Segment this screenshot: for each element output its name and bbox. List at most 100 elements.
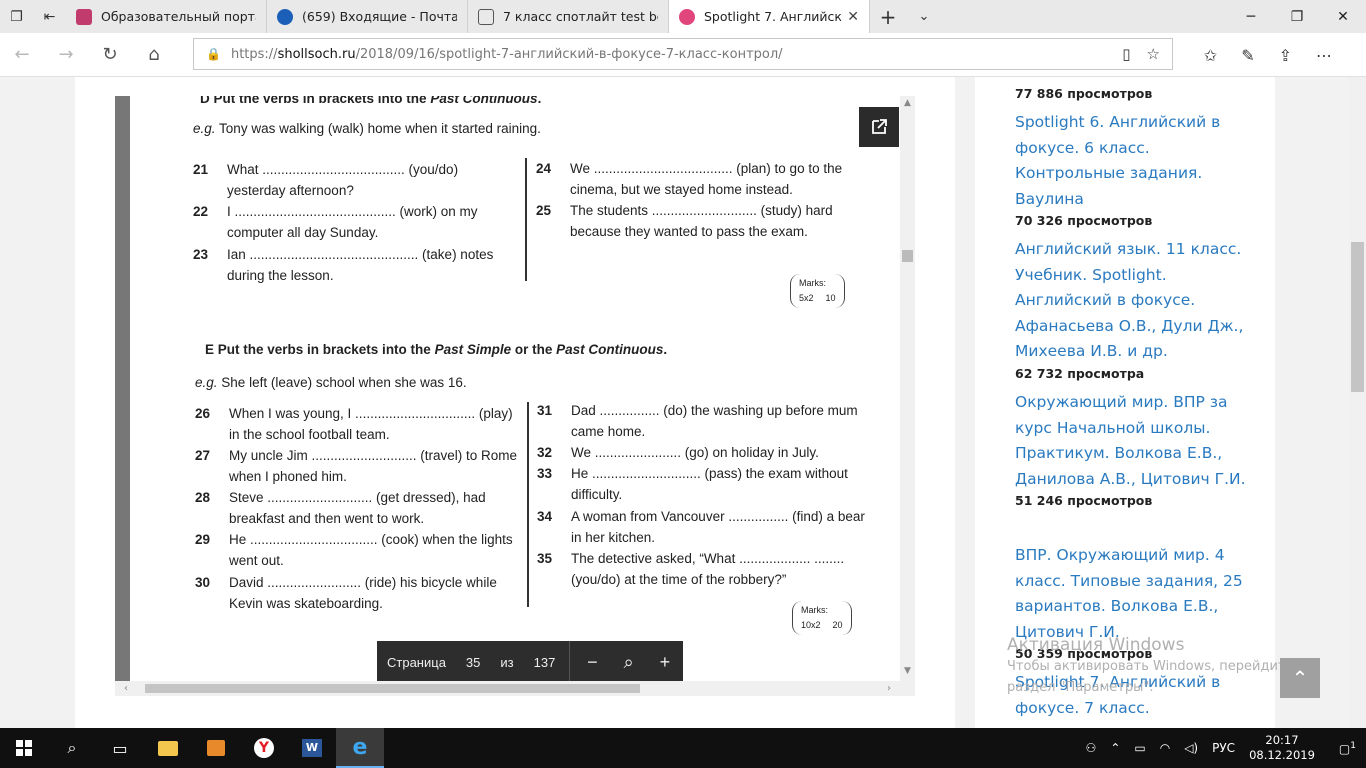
question-24: 24 We ...................................… <box>536 161 843 197</box>
section-e-marks: Marks: 10x2 20 <box>792 601 852 635</box>
page-label: Страница <box>387 654 446 670</box>
column-divider <box>527 402 529 607</box>
tab-label: 7 класс спотлайт test book <box>503 9 658 24</box>
tab-label: (659) Входящие - Почта Ма <box>302 9 457 24</box>
tab-3[interactable]: 7 класс спотлайт test book <box>468 0 669 33</box>
media-player-icon[interactable] <box>192 728 240 768</box>
home-button[interactable]: ⌂ <box>132 33 176 77</box>
favorites-bar-icon[interactable]: ✩ <box>1204 46 1217 65</box>
url-field[interactable]: 🔒 https://shollsoch.ru/2018/09/16/spotli… <box>193 38 1173 70</box>
scroll-down-arrow-icon[interactable]: ▼ <box>900 666 915 680</box>
url-host: shollsoch.ru <box>277 46 356 62</box>
pdf-page: D Put the verbs in brackets into the Pas… <box>130 96 900 683</box>
sidebar-item: Spotlight 6. Английский в фокусе. 6 клас… <box>1015 110 1255 230</box>
sidebar-views: 62 732 просмотра <box>1015 365 1145 381</box>
notifications-icon[interactable]: ▢1 <box>1329 741 1356 756</box>
favorite-star-icon[interactable]: ☆ <box>1147 45 1160 63</box>
file-explorer-icon[interactable] <box>144 728 192 768</box>
column-divider <box>525 158 527 281</box>
question-27: 27 My uncle Jim .........................… <box>195 448 518 484</box>
sidebar-views: 51 246 просмотров <box>1015 493 1153 508</box>
page-number-input[interactable]: 35 <box>456 655 490 670</box>
question-33: 33 He ............................. (pass… <box>537 466 848 502</box>
new-tab-button[interactable]: + <box>870 0 906 33</box>
question-29: 29 He .................................. … <box>195 532 513 568</box>
minimize-button[interactable]: ─ <box>1228 0 1274 33</box>
edge-browser-icon[interactable]: e <box>336 728 384 768</box>
question-30: 30 David ......................... (ride)… <box>195 575 497 611</box>
browser-tools: ✩ ✎ ⇪ ⋯ <box>1204 33 1332 77</box>
zoom-out-button[interactable]: − <box>574 652 610 673</box>
set-aside-tabs-icon[interactable]: ⇤ <box>33 0 66 33</box>
refresh-button[interactable]: ↻ <box>88 33 132 77</box>
popular-sidebar: 77 886 просмотров Spotlight 6. Английски… <box>975 77 1275 728</box>
sidebar-link[interactable]: Spotlight 6. Английский в фокусе. 6 клас… <box>1015 110 1255 212</box>
clock[interactable]: 20:17 08.12.2019 <box>1249 733 1315 763</box>
task-view-icon[interactable]: ▭ <box>96 728 144 768</box>
page-favicon-icon <box>478 8 494 25</box>
windows-activation-watermark: Активация Windows Чтобы активировать Win… <box>1007 635 1306 695</box>
tab-1[interactable]: Образовательный портал <box>66 0 267 33</box>
tab-actions-icon[interactable]: ❐ <box>0 0 33 33</box>
question-26: 26 When I was young, I ..................… <box>195 406 513 442</box>
window-controls: ─ ❐ ✕ <box>1228 0 1366 33</box>
pdf-viewer[interactable]: D Put the verbs in brackets into the Pas… <box>115 96 915 696</box>
zoom-in-button[interactable]: + <box>647 652 683 673</box>
windows-taskbar: ⌕ ▭ Y W e ⚇ ⌃ ▭ ◠ ◁) РУС 20:17 08.12.201… <box>0 728 1366 768</box>
wifi-icon[interactable]: ◠ <box>1160 741 1170 755</box>
question-32: 32 We ....................... (go) on hol… <box>537 445 819 460</box>
address-bar-row: ← → ↻ ⌂ 🔒 https://shollsoch.ru/2018/09/1… <box>0 33 1366 77</box>
page-of-label: из <box>500 654 514 670</box>
sidebar-link[interactable]: ВПР. Окружающий мир. 4 класс. Типовые за… <box>1015 543 1255 645</box>
sidebar-top-views: 77 886 просмотров <box>1015 86 1153 101</box>
site-favicon-icon <box>76 8 92 25</box>
section-d-example: e.g. Tony was walking (walk) home when i… <box>193 121 541 136</box>
share-icon[interactable]: ⇪ <box>1279 46 1292 65</box>
notes-pen-icon[interactable]: ✎ <box>1241 46 1254 65</box>
scroll-up-arrow-icon[interactable]: ▲ <box>900 98 915 112</box>
people-icon[interactable]: ⚇ <box>1086 741 1097 755</box>
close-window-button[interactable]: ✕ <box>1320 0 1366 33</box>
tab-4-active[interactable]: Spotlight 7. Английский ✕ <box>669 0 870 33</box>
pdf-scroll-thumb[interactable] <box>902 250 913 262</box>
tab-bar: ❐ ⇤ Образовательный портал (659) Входящи… <box>0 0 1366 33</box>
pdf-horizontal-scrollbar[interactable]: ‹ › <box>115 681 900 696</box>
web-content: D Put the verbs in brackets into the Pas… <box>0 77 1366 728</box>
section-e-example: e.g. She left (leave) school when she wa… <box>195 375 467 390</box>
back-button[interactable]: ← <box>0 33 44 77</box>
start-windows-icon[interactable] <box>0 728 48 768</box>
reading-view-icon[interactable]: ▯ <box>1122 45 1130 63</box>
tab-list-chevron-icon[interactable]: ⌄ <box>906 0 942 33</box>
yandex-browser-icon[interactable]: Y <box>240 728 288 768</box>
word-icon[interactable]: W <box>288 728 336 768</box>
forward-button[interactable]: → <box>44 33 88 77</box>
scroll-right-arrow-icon[interactable]: › <box>882 681 896 696</box>
volume-icon[interactable]: ◁) <box>1184 741 1198 755</box>
restore-button[interactable]: ❐ <box>1274 0 1320 33</box>
sidebar-link[interactable]: Окружающий мир. ВПР за курс Начальной шк… <box>1015 390 1255 492</box>
tab-2[interactable]: (659) Входящие - Почта Ма <box>267 0 468 33</box>
sidebar-views: 70 326 просмотров <box>1015 213 1153 228</box>
page-vertical-scrollbar[interactable] <box>1349 77 1366 728</box>
pdf-hscroll-thumb[interactable] <box>145 684 640 693</box>
question-35: 35 The detective asked, “What ...........… <box>537 551 845 587</box>
question-21: 21 What .................................… <box>193 162 459 198</box>
system-tray: ⚇ ⌃ ▭ ◠ ◁) РУС 20:17 08.12.2019 ▢1 <box>1086 733 1366 763</box>
page-scroll-thumb[interactable] <box>1351 242 1364 392</box>
tray-chevron-icon[interactable]: ⌃ <box>1110 741 1120 755</box>
sidebar-link[interactable]: Английский язык. 11 класс. Учебник. Spot… <box>1015 237 1255 365</box>
pdf-vertical-scrollbar[interactable]: ▲ ▼ <box>900 96 915 696</box>
more-menu-icon[interactable]: ⋯ <box>1316 46 1332 65</box>
section-d-marks: Marks: 5x2 10 <box>790 274 845 308</box>
question-25: 25 The students .........................… <box>536 203 833 239</box>
url-scheme: https:// <box>230 46 278 62</box>
popout-icon[interactable] <box>859 107 899 147</box>
question-23: 23 Ian ..................................… <box>193 247 494 283</box>
close-tab-icon[interactable]: ✕ <box>847 9 859 25</box>
search-icon[interactable]: ⌕ <box>48 728 96 768</box>
zoom-icon[interactable]: ⌕ <box>610 652 646 673</box>
battery-icon[interactable]: ▭ <box>1134 741 1145 755</box>
scroll-to-top-button[interactable]: ⌃ <box>1280 658 1320 698</box>
language-indicator[interactable]: РУС <box>1212 741 1235 755</box>
scroll-left-arrow-icon[interactable]: ‹ <box>119 681 133 696</box>
